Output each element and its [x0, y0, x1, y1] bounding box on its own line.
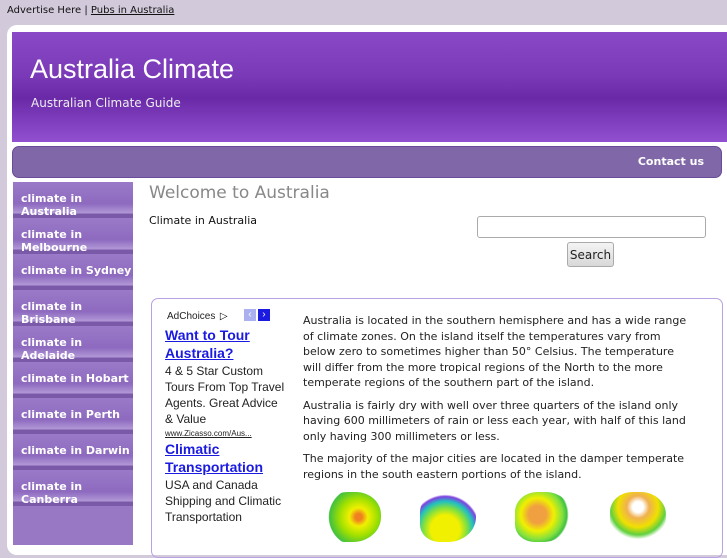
paragraph: The majority of the major cities are loc…: [303, 452, 685, 481]
climate-map-image: [325, 492, 381, 542]
paragraph: Australia is fairly dry with well over t…: [303, 398, 686, 443]
next-arrow-icon[interactable]: ›: [257, 308, 270, 321]
ad-title[interactable]: Climatic Transportation: [165, 440, 285, 476]
site-title: Australia Climate: [30, 54, 235, 84]
pubs-link[interactable]: Pubs in Australia: [91, 5, 174, 16]
sidebar-item-sydney[interactable]: climate in Sydney: [13, 254, 133, 290]
adchoices-label[interactable]: AdChoices: [167, 311, 215, 322]
sidebar-item-australia[interactable]: climate in Australia: [13, 182, 133, 218]
prev-arrow-icon[interactable]: ‹: [243, 308, 256, 321]
page-subtitle: Climate in Australia: [149, 214, 258, 227]
advertise-text: Advertise Here: [7, 5, 82, 16]
ad-url[interactable]: www.Zicasso.com/Aus...: [165, 429, 285, 438]
climate-map-image: [610, 492, 666, 542]
climate-map-image: [515, 492, 571, 542]
ad-description: USA and Canada Shipping and Climatic Tra…: [165, 478, 282, 524]
sidebar: climate in Australia climate in Melbourn…: [13, 182, 133, 545]
sidebar-item-melbourne[interactable]: climate in Melbourne: [13, 218, 133, 254]
sidebar-item-canberra[interactable]: climate in Canberra: [13, 470, 133, 506]
sidebar-item-perth[interactable]: climate in Perth: [13, 398, 133, 434]
top-links: Advertise Here | Pubs in Australia: [7, 5, 174, 16]
adchoices-icon: ▷: [219, 311, 228, 322]
article-text: Australia is located in the southern hem…: [303, 313, 693, 489]
contact-link[interactable]: Contact us: [638, 155, 704, 168]
sidebar-item-brisbane[interactable]: climate in Brisbane: [13, 290, 133, 326]
separator: |: [84, 5, 88, 16]
page-title: Welcome to Australia: [149, 183, 330, 203]
ad-description: 4 & 5 Star Custom Tours From Top Travel …: [165, 364, 285, 426]
site-header: Australia Climate Australian Climate Gui…: [12, 32, 727, 142]
sidebar-item-adelaide[interactable]: climate in Adelaide: [13, 326, 133, 362]
sidebar-item-darwin[interactable]: climate in Darwin: [13, 434, 133, 470]
climate-maps: [325, 492, 666, 552]
search-button[interactable]: Search: [567, 242, 614, 267]
paragraph: Australia is located in the southern hem…: [303, 314, 687, 389]
climate-map-image: [420, 492, 476, 542]
ad-column: AdChoices ▷ ‹ › Want to Tour Australia? 4…: [165, 306, 285, 525]
ad-title[interactable]: Want to Tour Australia?: [165, 326, 285, 362]
sidebar-item-hobart[interactable]: climate in Hobart: [13, 362, 133, 398]
site-subtitle: Australian Climate Guide: [31, 96, 181, 110]
search-input[interactable]: [477, 216, 706, 238]
nav-bar: Contact us: [12, 146, 722, 178]
